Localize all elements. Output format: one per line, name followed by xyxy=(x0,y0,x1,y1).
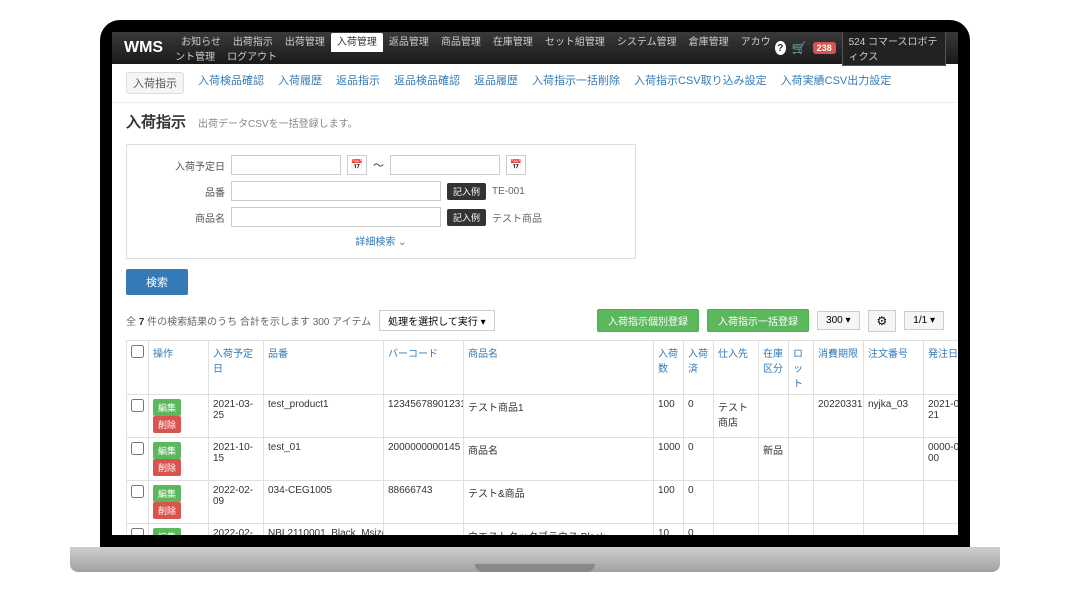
edit-button[interactable]: 編集 xyxy=(153,485,181,502)
date-label: 入荷予定日 xyxy=(137,158,225,173)
nav-item-6[interactable]: 在庫管理 xyxy=(487,33,539,52)
page-subtitle: 出荷データCSVを一括登録します。 xyxy=(198,115,358,130)
sub-tabs: 入荷指示入荷検品確認入荷履歴返品指示返品検品確認返品履歴入荷指示一括削除入荷指示… xyxy=(112,64,958,103)
subtab-2[interactable]: 入荷履歴 xyxy=(278,72,322,94)
table-row: 編集 削除2021-10-15test_012000000000145商品名10… xyxy=(127,438,959,481)
col-header[interactable]: 品番 xyxy=(268,349,288,360)
table-row: 編集 削除2022-02-21NBL2110001_Black_Msizeウエス… xyxy=(127,524,959,536)
results-table: 操作 入荷予定日 品番 バーコード 商品名 入荷数入荷済仕入先 在庫区分ロット 消費期限注文番… xyxy=(126,340,958,535)
edit-button[interactable]: 編集 xyxy=(153,399,181,416)
col-header[interactable]: 商品名 xyxy=(468,349,498,360)
row-checkbox[interactable] xyxy=(131,442,144,455)
col-header[interactable]: バーコード xyxy=(388,349,438,360)
subtab-6[interactable]: 入荷指示一括削除 xyxy=(532,72,620,94)
date-to-input[interactable] xyxy=(390,155,500,175)
subtab-3[interactable]: 返品指示 xyxy=(336,72,380,94)
nav-item-7[interactable]: セット組管理 xyxy=(539,33,611,52)
table-row: 編集 削除2022-02-09034-CEG100588666743テスト&商品… xyxy=(127,481,959,524)
date-from-input[interactable] xyxy=(231,155,341,175)
subtab-8[interactable]: 入荷実績CSV出力設定 xyxy=(781,72,892,94)
subtab-1[interactable]: 入荷検品確認 xyxy=(198,72,264,94)
nav-item-3[interactable]: 入荷管理 xyxy=(331,33,383,52)
subtab-0[interactable]: 入荷指示 xyxy=(126,72,184,94)
page-size-select[interactable]: 300 ▾ xyxy=(817,311,859,330)
delete-button[interactable]: 削除 xyxy=(153,459,181,476)
calendar-icon[interactable]: 📅 xyxy=(506,155,526,175)
settings-icon[interactable]: ⚙ xyxy=(868,310,897,332)
bulk-action-select[interactable]: 処理を選択して実行 ▾ xyxy=(379,310,495,331)
col-header[interactable]: 在庫区分 xyxy=(763,349,783,375)
page-title: 入荷指示 xyxy=(126,111,186,132)
nav-item-8[interactable]: システム管理 xyxy=(611,33,683,52)
name-label: 商品名 xyxy=(137,210,225,225)
org-selector[interactable]: 524 コマースロボティクス xyxy=(842,32,946,66)
col-header[interactable]: 注文番号 xyxy=(868,349,908,360)
nav-item-9[interactable]: 倉庫管理 xyxy=(683,33,735,52)
name-hint: テスト商品 xyxy=(492,210,542,225)
table-row: 編集 削除2021-03-25test_product1123456789012… xyxy=(127,395,959,438)
search-form: 入荷予定日 📅 〜 📅 品番 記入例 TE-001 商品名 記入例 テスト商品 … xyxy=(126,144,636,259)
col-header[interactable]: 仕入先 xyxy=(718,349,748,360)
row-checkbox[interactable] xyxy=(131,528,144,535)
top-nav: WMS お知らせ出荷指示出荷管理入荷管理返品管理商品管理在庫管理セット組管理シス… xyxy=(112,32,958,64)
edit-button[interactable]: 編集 xyxy=(153,442,181,459)
code-label: 品番 xyxy=(137,184,225,199)
delete-button[interactable]: 削除 xyxy=(153,502,181,519)
subtab-7[interactable]: 入荷指示CSV取り込み設定 xyxy=(634,72,767,94)
col-header[interactable]: ロット xyxy=(793,349,803,390)
nav-item-2[interactable]: 出荷管理 xyxy=(279,33,331,52)
pager-select[interactable]: 1/1 ▾ xyxy=(904,311,944,330)
calendar-icon[interactable]: 📅 xyxy=(347,155,367,175)
example-chip: 記入例 xyxy=(447,209,486,226)
col-header[interactable]: 発注日 xyxy=(928,349,958,360)
nav-item-11[interactable]: ログアウト xyxy=(221,48,283,67)
search-button[interactable]: 検索 xyxy=(126,269,188,295)
delete-button[interactable]: 削除 xyxy=(153,416,181,433)
date-separator: 〜 xyxy=(373,157,384,173)
col-header[interactable]: 入荷予定日 xyxy=(213,349,253,375)
col-header[interactable]: 入荷済 xyxy=(688,349,708,375)
notification-badge[interactable]: 238 xyxy=(813,42,836,54)
name-input[interactable] xyxy=(231,207,441,227)
brand-logo: WMS xyxy=(124,39,163,57)
col-header[interactable]: 入荷数 xyxy=(658,349,678,375)
help-icon[interactable]: ? xyxy=(775,41,786,55)
advanced-search-toggle[interactable]: 詳細検索 xyxy=(137,233,625,248)
result-summary: 全 7 件の検索結果のうち 合計を示します 300 アイテム xyxy=(126,313,371,328)
nav-item-4[interactable]: 返品管理 xyxy=(383,33,435,52)
edit-button[interactable]: 編集 xyxy=(153,528,181,535)
code-hint: TE-001 xyxy=(492,186,525,197)
register-individual-button[interactable]: 入荷指示個別登録 xyxy=(597,309,699,332)
row-checkbox[interactable] xyxy=(131,399,144,412)
code-input[interactable] xyxy=(231,181,441,201)
example-chip: 記入例 xyxy=(447,183,486,200)
nav-item-5[interactable]: 商品管理 xyxy=(435,33,487,52)
row-checkbox[interactable] xyxy=(131,485,144,498)
cart-icon[interactable]: 🛒 xyxy=(792,41,807,55)
select-all-checkbox[interactable] xyxy=(131,345,144,358)
col-header[interactable]: 消費期限 xyxy=(818,349,858,360)
subtab-5[interactable]: 返品履歴 xyxy=(474,72,518,94)
subtab-4[interactable]: 返品検品確認 xyxy=(394,72,460,94)
col-header[interactable]: 操作 xyxy=(153,349,173,360)
register-bulk-button[interactable]: 入荷指示一括登録 xyxy=(707,309,809,332)
